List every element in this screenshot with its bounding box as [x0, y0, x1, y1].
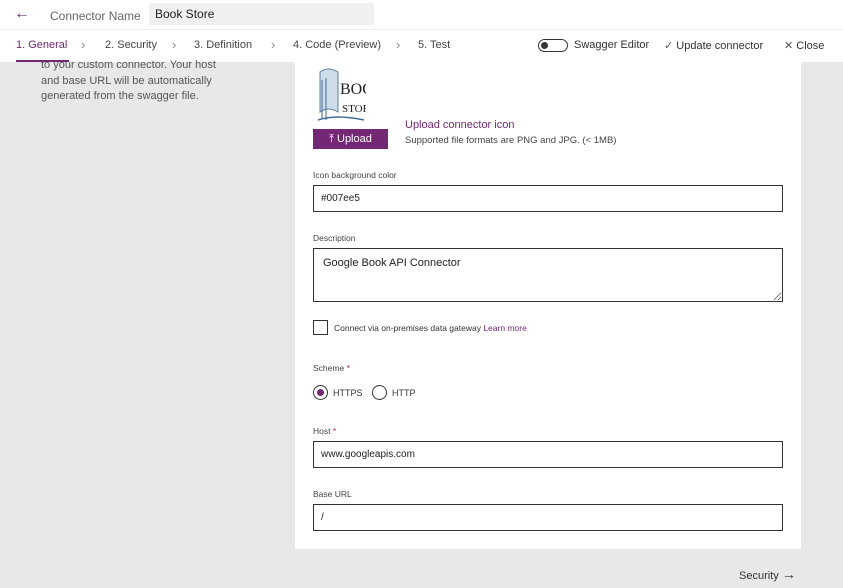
upload-hint: Supported file formats are PNG and JPG. …: [405, 135, 617, 146]
description-line: to your custom connector. Your host: [41, 59, 216, 71]
close-label: Close: [796, 40, 825, 52]
swagger-editor-label: Swagger Editor: [574, 39, 650, 51]
general-form-panel: BOOK STORE ⤒ Upload Upload connector ico…: [295, 62, 801, 549]
scheme-label: Scheme *: [313, 363, 350, 373]
description-textarea[interactable]: Google Book API Connector: [313, 248, 783, 302]
chevron-right-icon: ›: [172, 37, 177, 52]
tab-test[interactable]: 5. Test: [418, 39, 450, 51]
host-label-text: Host: [313, 426, 331, 436]
scheme-https-radio[interactable]: [313, 385, 328, 400]
icon-background-color-label: Icon background color: [313, 170, 397, 180]
connector-name-label: Connector Name: [50, 9, 141, 23]
radio-selected-dot: [317, 389, 324, 396]
base-url-label: Base URL: [313, 489, 352, 499]
scheme-label-text: Scheme: [313, 363, 345, 373]
gateway-checkbox[interactable]: [313, 320, 328, 335]
upload-button-label: Upload: [337, 133, 372, 145]
chevron-right-icon: ›: [396, 37, 401, 52]
gateway-checkbox-label: Connect via on-premises data gateway: [334, 323, 481, 333]
upload-icon: ⤒: [329, 132, 334, 145]
connector-icon-preview: BOOK STORE: [316, 62, 366, 124]
arrow-left-icon[interactable]: ←: [14, 5, 30, 23]
main-content: to your custom connector. Your host and …: [0, 59, 843, 588]
icon-background-color-input[interactable]: [313, 185, 783, 212]
checkmark-icon: ✓: [664, 40, 674, 52]
upload-connector-icon-link[interactable]: Upload connector icon: [405, 119, 514, 131]
svg-text:STORE: STORE: [342, 103, 366, 115]
next-security-link[interactable]: Security →: [739, 566, 796, 582]
tab-code-preview[interactable]: 4. Code (Preview): [293, 39, 381, 51]
upload-button[interactable]: ⤒ Upload: [313, 129, 388, 149]
scheme-http-label: HTTP: [392, 388, 416, 398]
general-description: to your custom connector. Your host and …: [41, 58, 241, 105]
next-label: Security: [739, 570, 779, 582]
host-label: Host *: [313, 426, 336, 436]
arrow-right-icon: →: [781, 566, 796, 582]
base-url-input[interactable]: [313, 504, 783, 531]
required-marker: *: [346, 363, 350, 373]
description-label: Description: [313, 233, 356, 243]
chevron-right-icon: ›: [271, 37, 276, 52]
scheme-https-label: HTTPS: [333, 388, 363, 398]
description-line: and base URL will be automatically: [41, 74, 212, 87]
tab-definition[interactable]: 3. Definition: [194, 39, 252, 51]
learn-more-link[interactable]: Learn more: [483, 323, 526, 333]
chevron-right-icon: ›: [81, 37, 86, 52]
gateway-checkbox-text: Connect via on-premises data gateway Lea…: [334, 323, 527, 333]
connector-name-input[interactable]: [149, 3, 374, 25]
toggle-knob: [541, 42, 548, 49]
tab-security[interactable]: 2. Security: [105, 39, 157, 51]
host-input[interactable]: [313, 441, 783, 468]
swagger-editor-toggle[interactable]: [538, 39, 568, 52]
required-marker: *: [332, 426, 337, 436]
svg-text:BOOK: BOOK: [340, 81, 366, 98]
close-icon: ✕: [784, 40, 794, 52]
close-button[interactable]: ✕ Close: [784, 39, 824, 52]
update-connector-label: Update connector: [676, 40, 764, 52]
description-line: generated from the swagger file.: [41, 90, 199, 102]
tab-general[interactable]: 1. General: [16, 39, 67, 51]
header-bar: ← Connector Name: [0, 0, 843, 29]
scheme-http-radio[interactable]: [372, 385, 387, 400]
update-connector-button[interactable]: ✓ Update connector: [664, 39, 763, 52]
